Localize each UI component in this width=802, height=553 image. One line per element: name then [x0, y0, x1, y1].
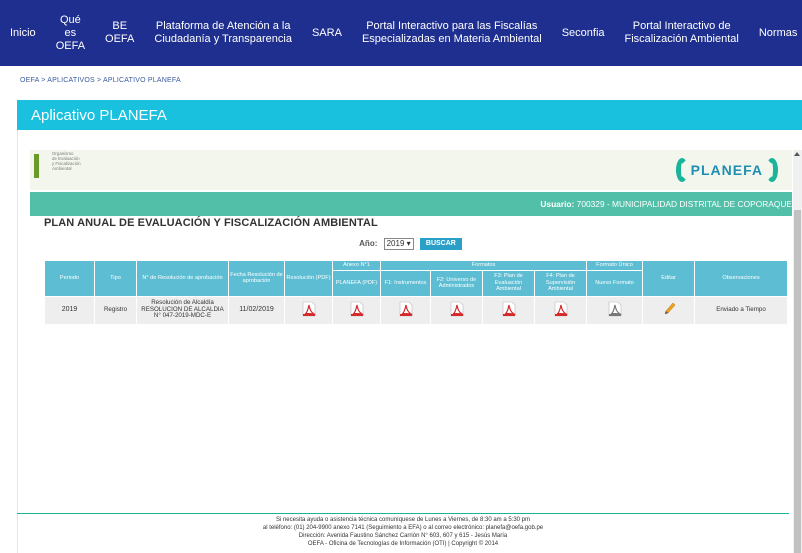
nav-label: Inicio — [10, 26, 36, 39]
page-title: Aplicativo PLANEFA — [31, 107, 167, 124]
year-filter: Año: 2019 ▾ BUSCAR — [18, 238, 802, 250]
table-row: 2019 Registro Resolución de Alcaldía RES… — [44, 295, 788, 325]
nav-label: Portal Interactivo para las Fiscalías — [366, 20, 538, 32]
org-line: Ambiental — [52, 166, 72, 171]
header-f3: F3: Plan de Evaluación Ambiental — [482, 269, 535, 297]
pdf-icon[interactable] — [502, 301, 516, 317]
pencil-icon[interactable] — [662, 301, 676, 317]
cell-planefa-pdf — [332, 295, 381, 325]
cell-fecha: 11/02/2019 — [228, 295, 285, 325]
cell-resolucion-pdf — [284, 295, 333, 325]
nav-label: Especializadas en Materia Ambiental — [361, 33, 542, 45]
header-f4: F4: Plan de Supervisión Ambiental — [534, 269, 587, 297]
app-frame: Organismo de Evaluación y Fiscalización … — [17, 130, 802, 553]
nav-item-que-es-oefa[interactable]: Qué es OEFA — [46, 14, 95, 53]
app-title-bar: Aplicativo PLANEFA — [17, 100, 802, 130]
header-tipo: Tipo — [94, 260, 137, 297]
cell-f3 — [482, 295, 535, 325]
cell-f2 — [430, 295, 483, 325]
planefa-logo: PLANEFA — [675, 157, 778, 183]
year-label: Año: — [359, 239, 378, 249]
pdf-icon[interactable] — [399, 301, 413, 317]
cell-observaciones: Enviado a Tiempo — [694, 295, 788, 325]
scrollbar-thumb[interactable] — [794, 210, 801, 553]
header-planefa-pdf: PLANEFA (PDF) — [332, 269, 381, 297]
nav-label: Fiscalización Ambiental — [624, 33, 739, 45]
cell-f1 — [380, 295, 431, 325]
footer-line: Dirección: Avenida Faustino Sánchez Carr… — [298, 533, 508, 539]
pdf-icon[interactable] — [450, 301, 464, 317]
nav-item-seconfia[interactable]: Seconfia — [552, 27, 615, 40]
header-observaciones: Observaciones — [694, 260, 788, 297]
user-info: Usuario: 700329 - MUNICIPALIDAD DISTRITA… — [540, 199, 792, 209]
oefa-logo-text: Organismo de Evaluación y Fiscalización … — [52, 151, 112, 171]
footer: Si necesita ayuda o asistencia técnica c… — [17, 513, 789, 548]
nav-label: Normas — [758, 26, 798, 39]
cell-tipo: Registro — [94, 295, 137, 325]
user-label: Usuario: — [540, 199, 575, 209]
scroll-up-icon[interactable] — [794, 152, 800, 156]
nav-label: SARA — [311, 26, 342, 39]
cell-editar — [642, 295, 695, 325]
footer-line: OEFA - Oficina de Tecnologías de Informa… — [307, 541, 499, 547]
nav-label: OEFA — [105, 33, 135, 45]
nav-item-portal-fiscalizacion[interactable]: Portal Interactivo de Fiscalización Ambi… — [615, 20, 749, 46]
nav-item-portal-fiscalias[interactable]: Portal Interactivo para las Fiscalías Es… — [352, 20, 552, 46]
header-fecha: Fecha Resolución de aprobación — [228, 260, 285, 297]
logo-bracket-right — [766, 158, 778, 182]
nav-item-normas[interactable]: Normas — [749, 27, 802, 40]
header-resolucion-num: N° de Resolución de aprobación — [136, 260, 229, 297]
user-value: 700329 - MUNICIPALIDAD DISTRITAL DE COPO… — [576, 199, 792, 209]
search-button[interactable]: BUSCAR — [419, 238, 462, 250]
oefa-logo-mark — [34, 154, 39, 178]
header-anexo: Anexo N°1 — [332, 260, 381, 271]
nav-label: Seconfia — [561, 26, 605, 39]
header-f1: F1: Instrumentos — [380, 269, 431, 297]
cell-nuevo-formato — [586, 295, 643, 325]
pdf-icon[interactable] — [554, 301, 568, 317]
header-formatos: Formatos — [380, 260, 587, 271]
year-select[interactable]: 2019 ▾ — [383, 238, 414, 250]
nav-item-plataforma[interactable]: Plataforma de Atención a la Ciudadanía y… — [144, 20, 302, 46]
planefa-logo-text: PLANEFA — [690, 162, 763, 178]
planefa-table: Periodo Tipo N° de Resolución de aprobac… — [44, 260, 788, 325]
nav-item-inicio[interactable]: Inicio — [0, 27, 46, 40]
nav-item-be-oefa[interactable]: BE OEFA — [95, 20, 144, 46]
cell-periodo: 2019 — [44, 295, 95, 325]
header-resolucion-pdf: Resolución (PDF) — [284, 260, 333, 297]
cell-resolucion-num: Resolución de Alcaldía RESOLUCION DE ALC… — [136, 295, 229, 325]
scrollbar[interactable] — [793, 150, 802, 553]
planefa-header: Organismo de Evaluación y Fiscalización … — [30, 150, 792, 190]
cell-f4 — [534, 295, 587, 325]
header-formato-unico: Formato Único — [586, 260, 643, 271]
header-editar: Editar — [642, 260, 695, 297]
nav-label: Ciudadanía y Transparencia — [154, 33, 292, 45]
pdf-icon[interactable] — [302, 301, 316, 317]
footer-line: al teléfono: (01) 204-9900 anexo 7141 (S… — [262, 525, 544, 531]
pdf-icon-gray[interactable] — [608, 301, 622, 317]
chevron-down-icon: ▾ — [406, 239, 411, 248]
section-title: PLAN ANUAL DE EVALUACIÓN Y FISCALIZACIÓN… — [44, 217, 378, 229]
pdf-icon[interactable] — [350, 301, 364, 317]
header-periodo: Periodo — [44, 260, 95, 297]
footer-line: Si necesita ayuda o asistencia técnica c… — [275, 517, 531, 523]
header-f2: F2: Universo de Administrados — [430, 269, 483, 297]
nav-label: Qué — [59, 13, 81, 26]
breadcrumb[interactable]: OEFA > APLICATIVOS > APLICATIVO PLANEFA — [20, 77, 181, 84]
nav-label: OEFA — [55, 39, 86, 52]
header-nuevo-formato: Nuevo Formato — [586, 269, 643, 297]
nav-label: Plataforma de Atención a la — [155, 20, 291, 32]
user-bar: Usuario: 700329 - MUNICIPALIDAD DISTRITA… — [30, 192, 792, 216]
nav-label: BE — [112, 20, 128, 32]
nav-item-sara[interactable]: SARA — [302, 27, 352, 40]
top-nav: Inicio Qué es OEFA BE OEFA Plataforma de… — [0, 0, 802, 66]
year-selected-value: 2019 — [386, 239, 405, 248]
logo-bracket-left — [675, 158, 688, 182]
nav-label: es — [64, 26, 77, 39]
nav-label: Portal Interactivo de — [632, 20, 731, 32]
